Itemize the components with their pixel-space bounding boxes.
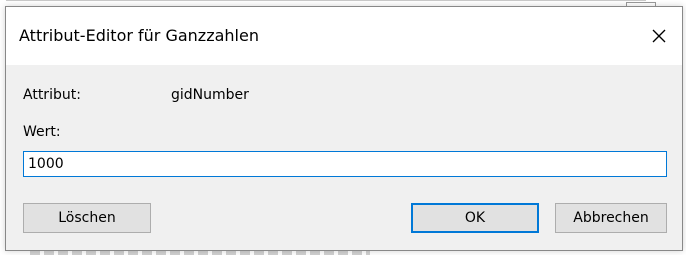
value-input[interactable]	[23, 151, 667, 177]
attribute-name-value: gidNumber	[171, 87, 249, 103]
clear-button[interactable]: Löschen	[23, 203, 151, 233]
close-icon	[652, 29, 666, 43]
integer-attribute-editor-dialog: Attribut-Editor für Ganzzahlen Attribut:…	[5, 6, 683, 251]
dialog-title: Attribut-Editor für Ganzzahlen	[19, 26, 259, 45]
ok-button[interactable]: OK	[411, 203, 539, 233]
close-button[interactable]	[636, 7, 682, 65]
attribute-label: Attribut:	[23, 87, 81, 103]
value-label: Wert:	[23, 124, 61, 140]
background-window-text-fragment	[30, 251, 370, 255]
cancel-button[interactable]: Abbrechen	[555, 203, 667, 233]
title-bar[interactable]: Attribut-Editor für Ganzzahlen	[6, 7, 682, 65]
